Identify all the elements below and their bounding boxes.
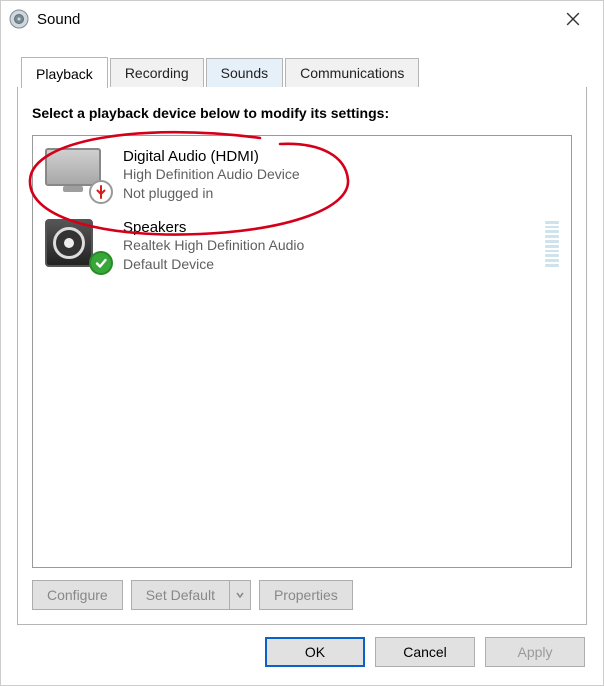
tab-strip: Playback Recording Sounds Communications xyxy=(1,37,603,87)
panel-button-row: Configure Set Default Properties xyxy=(32,580,572,610)
device-status: Default Device xyxy=(123,255,304,274)
device-row-speakers[interactable]: Speakers Realtek High Definition Audio D… xyxy=(41,213,563,284)
device-text: Digital Audio (HDMI) High Definition Aud… xyxy=(123,148,300,203)
playback-panel: Select a playback device below to modify… xyxy=(17,86,587,625)
monitor-icon xyxy=(45,148,107,198)
titlebar: Sound xyxy=(1,1,603,37)
device-row-hdmi[interactable]: Digital Audio (HDMI) High Definition Aud… xyxy=(41,142,563,213)
set-default-button[interactable]: Set Default xyxy=(131,580,229,610)
sound-icon xyxy=(9,9,29,29)
device-description: High Definition Audio Device xyxy=(123,165,300,184)
device-name: Digital Audio (HDMI) xyxy=(123,148,300,165)
dialog-button-row: OK Cancel Apply xyxy=(1,637,603,685)
volume-level-meter xyxy=(545,221,559,267)
unplugged-badge-icon xyxy=(89,180,113,204)
instructions-text: Select a playback device below to modify… xyxy=(32,105,572,121)
cancel-button[interactable]: Cancel xyxy=(375,637,475,667)
properties-button[interactable]: Properties xyxy=(259,580,353,610)
tab-playback[interactable]: Playback xyxy=(21,57,108,88)
set-default-split-button[interactable]: Set Default xyxy=(131,580,251,610)
device-name: Speakers xyxy=(123,219,304,236)
sound-dialog: Sound Playback Recording Sounds Communic… xyxy=(0,0,604,686)
device-description: Realtek High Definition Audio xyxy=(123,236,304,255)
tab-recording[interactable]: Recording xyxy=(110,58,204,87)
configure-button[interactable]: Configure xyxy=(32,580,123,610)
close-button[interactable] xyxy=(551,4,595,34)
speaker-icon xyxy=(45,219,107,269)
device-status: Not plugged in xyxy=(123,184,300,203)
apply-button[interactable]: Apply xyxy=(485,637,585,667)
default-badge-icon xyxy=(89,251,113,275)
tab-sounds[interactable]: Sounds xyxy=(206,58,283,87)
device-text: Speakers Realtek High Definition Audio D… xyxy=(123,219,304,274)
tab-communications[interactable]: Communications xyxy=(285,58,419,87)
ok-button[interactable]: OK xyxy=(265,637,365,667)
window-title: Sound xyxy=(37,11,551,28)
set-default-dropdown[interactable] xyxy=(229,580,251,610)
device-list[interactable]: Digital Audio (HDMI) High Definition Aud… xyxy=(32,135,572,568)
